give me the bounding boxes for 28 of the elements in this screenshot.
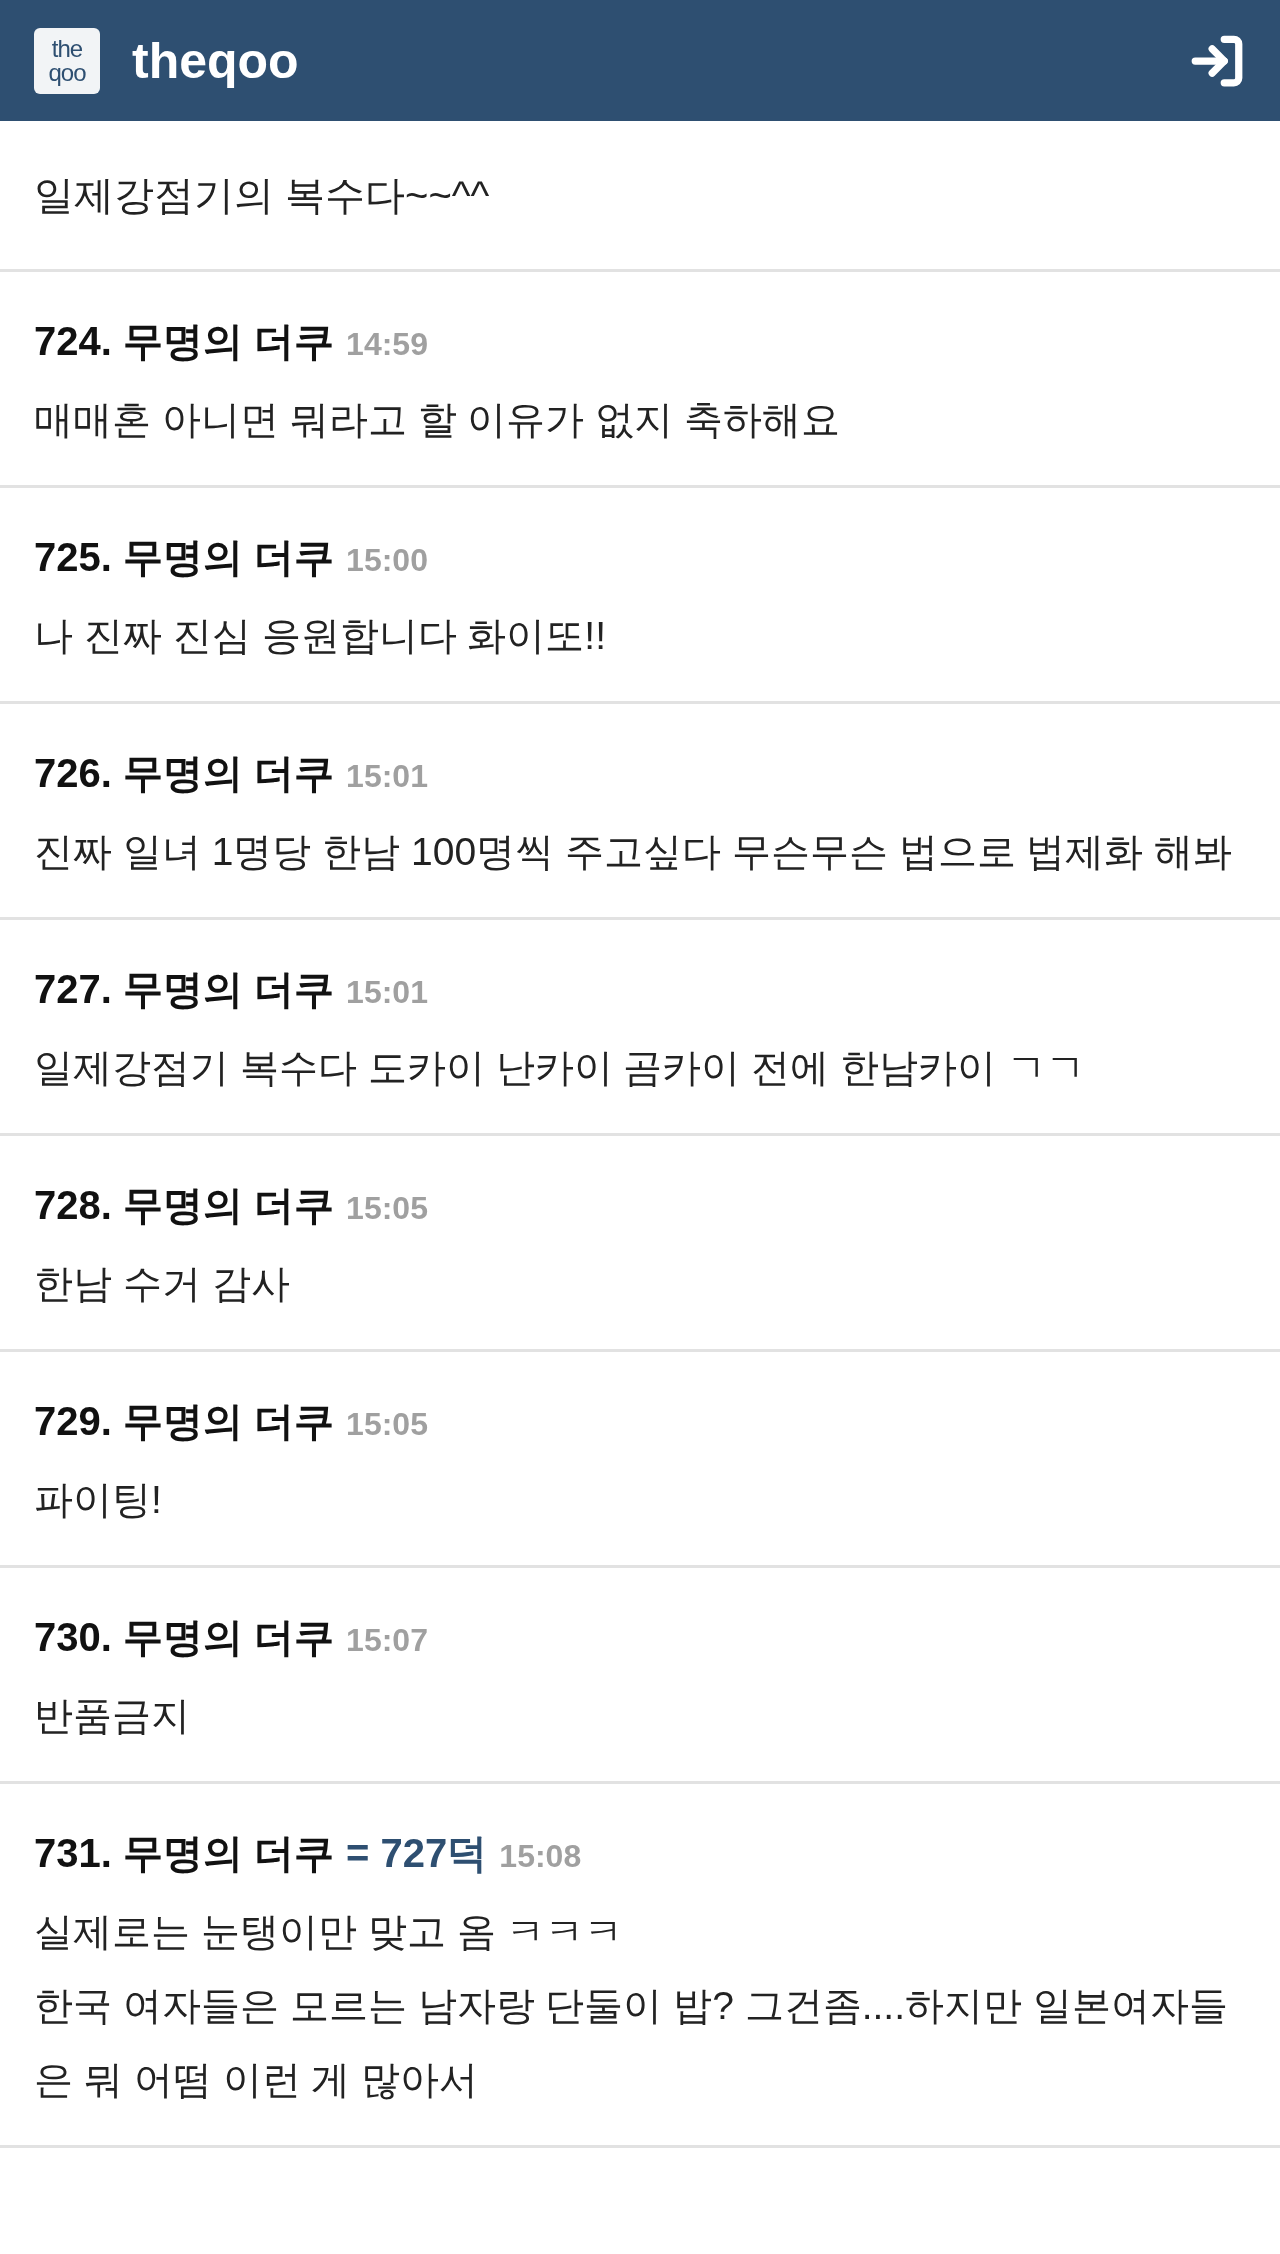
comment-text: 진짜 일녀 1명당 한남 100명씩 주고싶다 무슨무슨 법으로 법제화 해봐	[34, 829, 1234, 875]
comment-text: 한남 수거 감사	[34, 1261, 291, 1307]
comment-author: 730. 무명의 더쿠	[34, 1614, 335, 1661]
comment-text: 반품금지	[34, 1693, 191, 1739]
comment-text: 파이팅!	[34, 1477, 163, 1523]
comment-author: 731. 무명의 더쿠	[34, 1830, 335, 1877]
comment-author: 725. 무명의 더쿠	[34, 534, 335, 581]
comment-time: 15:05	[346, 1405, 428, 1444]
site-title: theqoo	[132, 31, 300, 90]
comment-time: 15:07	[346, 1621, 428, 1660]
comment-author: 728. 무명의 더쿠	[34, 1182, 335, 1229]
comment-time: 15:05	[346, 1189, 428, 1228]
comment-time: 15:01	[346, 973, 428, 1012]
comment-author: 729. 무명의 더쿠	[34, 1398, 335, 1445]
comment-text: 실제로는 눈탱이만 맞고 옴 ㅋㅋㅋ 한국 여자들은 모르는 남자랑 단둘이 밥? 그건좀....하지만 일본여자들은 뭐 어떰 이런 게 많아서	[34, 1909, 1229, 2103]
comment-time: 14:59	[346, 325, 428, 364]
comment-time: 15:00	[346, 541, 428, 580]
comment-author: 726. 무명의 더쿠	[34, 750, 335, 797]
comment-text: 매매혼 아니면 뭐라고 할 이유가 없지 축하해요	[34, 397, 841, 443]
comment-text: 일제강점기 복수다 도카이 난카이 곰카이 전에 한남카이 ㄱㄱ	[34, 1045, 1086, 1091]
logo-icon[interactable]: the qoo	[34, 27, 100, 94]
reply-reference[interactable]: = 727덕	[346, 1814, 488, 1892]
comment-text: 나 진짜 진심 응원합니다 화이또!!	[34, 613, 607, 659]
comment-time: 15:01	[346, 757, 428, 796]
comment-author: 724. 무명의 더쿠	[34, 318, 335, 365]
post-text: 일제강점기의 복수다~~^^	[0, 121, 1280, 272]
comment-author: 727. 무명의 더쿠	[34, 966, 335, 1013]
comment-time: 15:08	[499, 1837, 582, 1876]
